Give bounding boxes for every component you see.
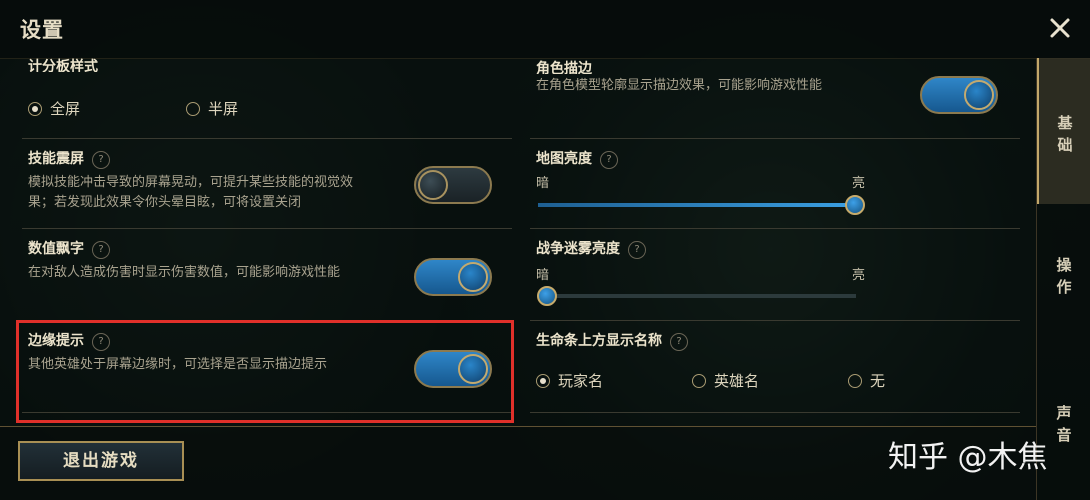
setting-label: 生命条上方显示名称 (536, 333, 662, 349)
help-icon[interactable]: ? (628, 241, 646, 259)
close-icon (1050, 18, 1070, 38)
setting-healthbar-name: 生命条上方显示名称? (536, 330, 688, 351)
radio-fullscreen[interactable]: 全屏 (28, 98, 80, 119)
slider-min-label: 暗 (536, 176, 550, 191)
radio-dot (28, 102, 42, 116)
desc-line: 模拟技能冲击导致的屏幕晃动，可提升某些技能的视觉效 (28, 175, 354, 190)
title-bar: 设置 (0, 0, 1090, 59)
slider-fill (538, 203, 848, 207)
map-brightness-slider-thumb[interactable] (845, 195, 865, 215)
slider-max-label: 亮 (852, 176, 866, 191)
setting-label: 计分板样式 (28, 59, 98, 72)
help-icon[interactable]: ? (92, 151, 110, 169)
help-icon[interactable]: ? (670, 333, 688, 351)
toggle-knob (418, 170, 448, 200)
tab-label: 操作 (1056, 256, 1072, 296)
tab-controls[interactable]: 操作 (1037, 254, 1090, 314)
toggle-knob (964, 80, 994, 110)
radio-label: 全屏 (50, 100, 81, 118)
radio-hero-name[interactable]: 英雄名 (692, 370, 759, 391)
setting-fog-brightness: 战争迷雾亮度? (536, 238, 646, 259)
divider (530, 228, 1020, 229)
radio-halfscreen[interactable]: 半屏 (186, 98, 238, 119)
divider (530, 320, 1020, 321)
setting-description: 模拟技能冲击导致的屏幕晃动，可提升某些技能的视觉效 果；若发现此效果令你头晕目眩… (28, 173, 418, 213)
setting-description: 在角色模型轮廓显示描边效果，可能影响游戏性能 (536, 78, 823, 93)
watermark-text: 知乎 @木焦 (888, 440, 1048, 475)
radio-label: 英雄名 (714, 372, 760, 390)
highlight-box (16, 320, 514, 423)
exit-game-button[interactable]: 退出游戏 (18, 441, 184, 481)
desc-line: 果；若发现此效果令你头晕目眩，可将设置关闭 (28, 195, 302, 210)
setting-label: 战争迷雾亮度 (536, 241, 620, 257)
fog-brightness-slider-thumb[interactable] (537, 286, 557, 306)
toggle-damage-text[interactable] (414, 258, 492, 296)
tab-label: 基础 (1057, 114, 1073, 154)
toggle-knob (458, 262, 488, 292)
help-icon[interactable]: ? (92, 241, 110, 259)
radio-label: 半屏 (208, 100, 239, 118)
slider-track (538, 294, 856, 298)
setting-damage-text: 数值飘字? 在对敌人造成伤害时显示伤害数值，可能影响游戏性能 (28, 238, 418, 283)
setting-map-brightness: 地图亮度? (536, 148, 618, 169)
radio-label: 无 (870, 372, 886, 390)
setting-label: 角色描边 (536, 61, 592, 74)
setting-label: 数值飘字 (28, 241, 84, 257)
slider-max-label: 亮 (852, 268, 866, 283)
toggle-outline[interactable] (920, 76, 998, 114)
divider (22, 138, 512, 139)
setting-label: 地图亮度 (536, 151, 592, 167)
divider (530, 412, 1020, 413)
window-title: 设置 (20, 18, 64, 42)
setting-description: 在对敌人造成伤害时显示伤害数值，可能影响游戏性能 (28, 265, 341, 280)
tab-basic[interactable]: 基础 (1037, 58, 1090, 204)
radio-none[interactable]: 无 (848, 370, 885, 391)
divider (530, 138, 1020, 139)
slider-min-label: 暗 (536, 268, 550, 283)
setting-outline-heading: 角色描边 (536, 58, 736, 74)
toggle-skill-shake[interactable] (414, 166, 492, 204)
bottom-bar: 退出游戏 (0, 426, 1036, 500)
radio-player-name[interactable]: 玩家名 (536, 370, 603, 391)
close-button[interactable] (1046, 14, 1074, 42)
radio-dot (186, 102, 200, 116)
help-icon[interactable]: ? (600, 151, 618, 169)
divider (22, 228, 512, 229)
radio-dot (848, 374, 862, 388)
radio-dot (536, 374, 550, 388)
settings-screen: 设置 计分板样式 全屏 半屏 角色描边 在角色模型轮廓显示描边效果，可能影响游戏… (0, 0, 1090, 500)
radio-dot (692, 374, 706, 388)
setting-label: 技能震屏 (28, 151, 84, 167)
setting-skill-shake: 技能震屏? 模拟技能冲击导致的屏幕晃动，可提升某些技能的视觉效 果；若发现此效果… (28, 148, 418, 213)
radio-label: 玩家名 (558, 372, 604, 390)
